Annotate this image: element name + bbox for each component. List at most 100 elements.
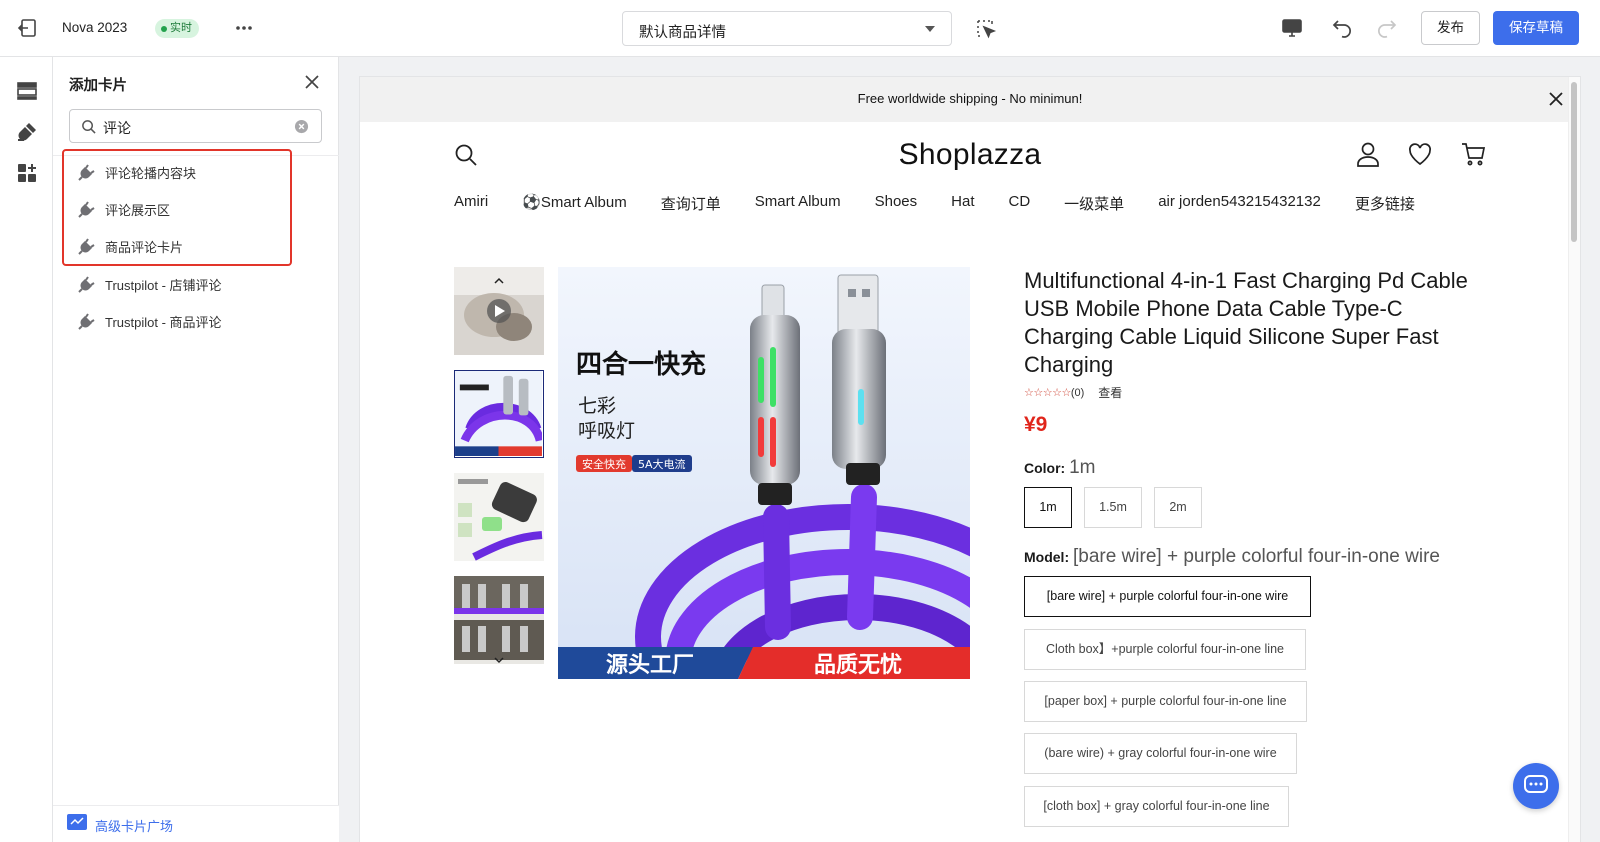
image-banner-right: 品质无忧 [814,653,902,678]
thumbnail-strip [454,267,544,673]
model-option[interactable]: [bare wire] + purple colorful four-in-on… [1024,576,1311,617]
image-sub1: 七彩 [578,395,616,417]
card-result-label: Trustpilot - 店铺评论 [105,277,222,293]
plugin-icon [78,164,95,181]
add-card-icon[interactable] [15,161,39,185]
model-selected-value: [bare wire] + purple colorful four-in-on… [1073,546,1440,567]
nav-link[interactable]: Smart Album [755,193,841,215]
marketplace-icon [67,814,87,830]
thumbnail-image[interactable] [454,473,544,561]
card-marketplace-link[interactable]: 高级卡片广场 [53,805,339,842]
nav-link[interactable]: ⚽Smart Album [522,193,627,215]
panel-title: 添加卡片 [69,78,127,94]
rating-stars-icon: ☆☆☆☆☆ [1024,387,1071,399]
model-label: Model: [1024,549,1070,565]
sections-icon[interactable] [15,79,39,103]
image-tag1: 安全快充 [582,457,626,471]
publish-button[interactable]: 发布 [1421,11,1480,45]
image-banner-left: 源头工厂 [606,653,694,678]
product-main-image[interactable]: 四合一快充 七彩 呼吸灯 安全快充 5A大电流 源头工厂 品质无忧 [558,267,970,679]
card-result-item[interactable]: 评论展示区 [77,198,170,220]
plugin-icon [78,201,95,218]
nav-link[interactable]: 查询订单 [661,193,721,215]
canvas-scrollbar-thumb[interactable] [1571,82,1577,242]
rating-view-link[interactable]: 查看 [1098,384,1122,401]
add-card-panel: 添加卡片 评论 评论轮播内容块 评论展示区 商品评论卡片 Trustpilot … [53,57,339,842]
clear-search-icon[interactable] [294,119,309,134]
nav-link[interactable]: Amiri [454,193,488,215]
chevron-down-icon [925,26,935,32]
plugin-icon [78,238,95,255]
status-badge: 实时 [155,19,199,38]
color-option-2m[interactable]: 2m [1154,487,1202,528]
thumbnail-selected[interactable] [454,370,544,458]
color-option-label: Color: 1m [1024,457,1096,479]
image-tag2: 5A大电流 [638,457,686,471]
rating-count: (0) [1070,386,1085,399]
image-sub2: 呼吸灯 [578,420,635,442]
nav-link[interactable]: 更多链接 [1355,193,1415,215]
theme-name: Nova 2023 [62,20,128,35]
theme-style-icon[interactable] [15,120,39,144]
chevron-down-icon[interactable] [493,654,505,666]
live-dot-icon [161,25,167,32]
card-result-label: Trustpilot - 商品评论 [105,314,222,330]
chat-button[interactable] [1513,763,1559,809]
product-title: Multifunctional 4-in-1 Fast Charging Pd … [1024,268,1468,377]
model-option[interactable]: Cloth box】+purple colorful four-in-one l… [1024,629,1306,670]
card-result-item[interactable]: Trustpilot - 商品评论 [77,310,222,332]
nav-link[interactable]: air jorden543215432132 [1158,193,1321,215]
redo-icon[interactable] [1375,16,1399,40]
save-draft-button[interactable]: 保存草稿 [1493,11,1579,45]
announcement-bar: Free worldwide shipping - No minimun! [360,77,1580,122]
element-picker-icon[interactable] [975,18,997,40]
exit-editor-icon[interactable] [16,16,40,40]
thumbnail-image[interactable] [454,576,544,664]
model-option-label: Model: [bare wire] + purple colorful fou… [1024,546,1440,568]
card-result-item[interactable]: 评论轮播内容块 [77,161,196,183]
product-photo: 四合一快充 七彩 呼吸灯 安全快充 5A大电流 源头工厂 品质无忧 [558,267,970,679]
top-toolbar: Nova 2023 实时 默认商品详情 发布 保存草稿 [0,0,1600,57]
model-option[interactable]: [cloth box] + gray colorful four-in-one … [1024,786,1289,827]
nav-link[interactable]: Hat [951,193,974,215]
store-logo[interactable]: Shoplazza [360,138,1580,172]
status-badge-label: 实时 [170,22,192,34]
main-nav: Amiri ⚽Smart Album 查询订单 Smart Album Shoe… [454,193,1449,215]
product-rating: ☆☆☆☆☆ (0) 查看 [1024,384,1122,401]
card-search-input[interactable]: 评论 [69,109,322,143]
variants-thumbnail-image [454,576,544,664]
chat-icon [1524,775,1548,793]
card-result-item[interactable]: 商品评论卡片 [77,235,183,257]
nav-link[interactable]: CD [1009,193,1031,215]
nav-link[interactable]: Shoes [875,193,918,215]
close-announcement-icon[interactable] [1547,90,1565,108]
search-input-value: 评论 [103,120,131,136]
left-rail [0,57,53,842]
chevron-up-icon[interactable] [493,275,505,287]
cable-thumbnail-image [455,371,543,456]
template-select[interactable]: 默认商品详情 [622,11,952,46]
card-result-label: 评论轮播内容块 [105,165,197,181]
connector-thumbnail-image [454,473,544,561]
plugin-icon [78,276,95,293]
cart-icon[interactable] [1460,141,1486,167]
search-icon [82,120,96,134]
color-selected-value: 1m [1069,457,1096,478]
model-option[interactable]: (bare wire) + gray colorful four-in-one … [1024,733,1297,774]
preview-canvas: Free worldwide shipping - No minimun! Sh… [360,77,1580,842]
plugin-icon [78,313,95,330]
close-icon[interactable] [302,72,322,92]
color-option-1m[interactable]: 1m [1024,487,1072,528]
nav-link[interactable]: 一级菜单 [1064,193,1124,215]
card-result-label: 评论展示区 [105,202,171,218]
color-option-1-5m[interactable]: 1.5m [1084,487,1142,528]
account-icon[interactable] [1355,141,1381,167]
desktop-view-icon[interactable] [1280,16,1304,40]
card-result-item[interactable]: Trustpilot - 店铺评论 [77,273,222,295]
more-options-icon[interactable] [232,16,256,40]
card-result-label: 商品评论卡片 [105,239,184,255]
product-price: ¥9 [1024,413,1048,436]
wishlist-heart-icon[interactable] [1407,141,1433,167]
model-option[interactable]: [paper box] + purple colorful four-in-on… [1024,681,1307,722]
undo-icon[interactable] [1330,16,1354,40]
